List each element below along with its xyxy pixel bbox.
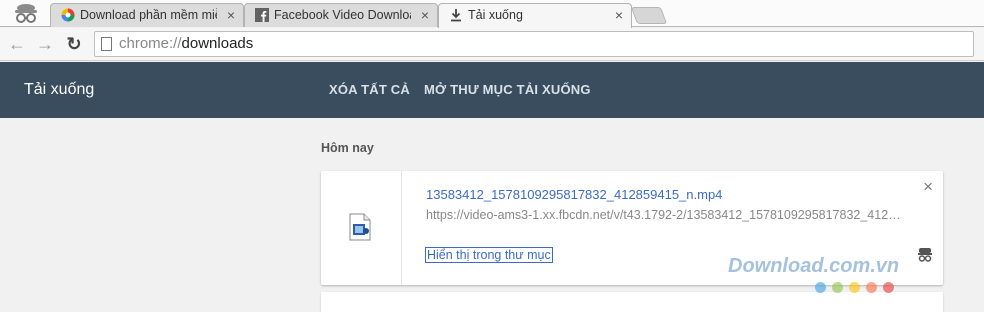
video-file-icon <box>349 213 371 241</box>
close-tab-icon[interactable]: × <box>421 7 429 23</box>
downloads-header: Tải xuống XÓA TẤT CẢ MỞ THƯ MỤC TẢI XUỐN… <box>0 62 984 118</box>
dot <box>866 282 877 293</box>
file-name-link[interactable]: 13583412_1578109295817832_412859415_n.mp… <box>426 187 722 202</box>
file-icon-column <box>321 171 402 285</box>
source-url: https://video-ams3-1.xx.fbcdn.net/v/t43.… <box>426 208 901 222</box>
tab-downloads[interactable]: Tải xuống × <box>438 3 632 28</box>
dot <box>815 282 826 293</box>
tab-download-software[interactable]: Download phần mềm miễ × <box>50 3 244 27</box>
date-section-label: Hôm nay <box>321 141 374 155</box>
back-arrow-icon[interactable]: ← <box>6 33 28 55</box>
clear-all-button[interactable]: XÓA TẤT CẢ <box>329 82 410 97</box>
browser-toolbar: ← → ↻ chrome://downloads <box>0 28 984 61</box>
colorful-logo-icon <box>61 8 75 22</box>
dot <box>832 282 843 293</box>
tab-title: Download phần mềm miễ <box>80 8 217 22</box>
page-title: Tải xuống <box>24 81 95 98</box>
tab-facebook-video-downloader[interactable]: Facebook Video Downloa × <box>244 3 438 27</box>
incognito-icon <box>15 4 37 23</box>
open-downloads-folder-button[interactable]: MỞ THƯ MỤC TẢI XUỐNG <box>424 82 591 97</box>
tab-strip: Download phần mềm miễ × Facebook Video D… <box>0 0 984 28</box>
new-tab-button[interactable] <box>630 7 668 24</box>
forward-arrow-icon[interactable]: → <box>34 33 56 55</box>
show-in-folder-link[interactable]: Hiển thị trong thư mục <box>425 247 553 263</box>
facebook-icon <box>255 8 269 22</box>
tab-title: Tải xuống <box>468 8 523 22</box>
watermark-dots <box>815 280 900 298</box>
url-path: downloads <box>181 35 254 52</box>
dot <box>883 282 894 293</box>
reload-icon[interactable]: ↻ <box>63 33 85 55</box>
url-text: chrome://downloads <box>119 35 253 52</box>
address-bar[interactable]: chrome://downloads <box>94 31 974 57</box>
close-tab-icon[interactable]: × <box>227 7 235 23</box>
close-tab-icon[interactable]: × <box>615 7 623 23</box>
watermark: Download.com.vn <box>728 255 900 277</box>
page-icon <box>101 37 112 51</box>
incognito-icon <box>918 248 932 262</box>
tab-title: Facebook Video Downloa <box>274 8 411 22</box>
dot <box>849 282 860 293</box>
remove-from-list-icon[interactable]: × <box>923 178 933 196</box>
download-icon <box>451 9 461 22</box>
url-scheme: chrome:// <box>119 35 182 52</box>
